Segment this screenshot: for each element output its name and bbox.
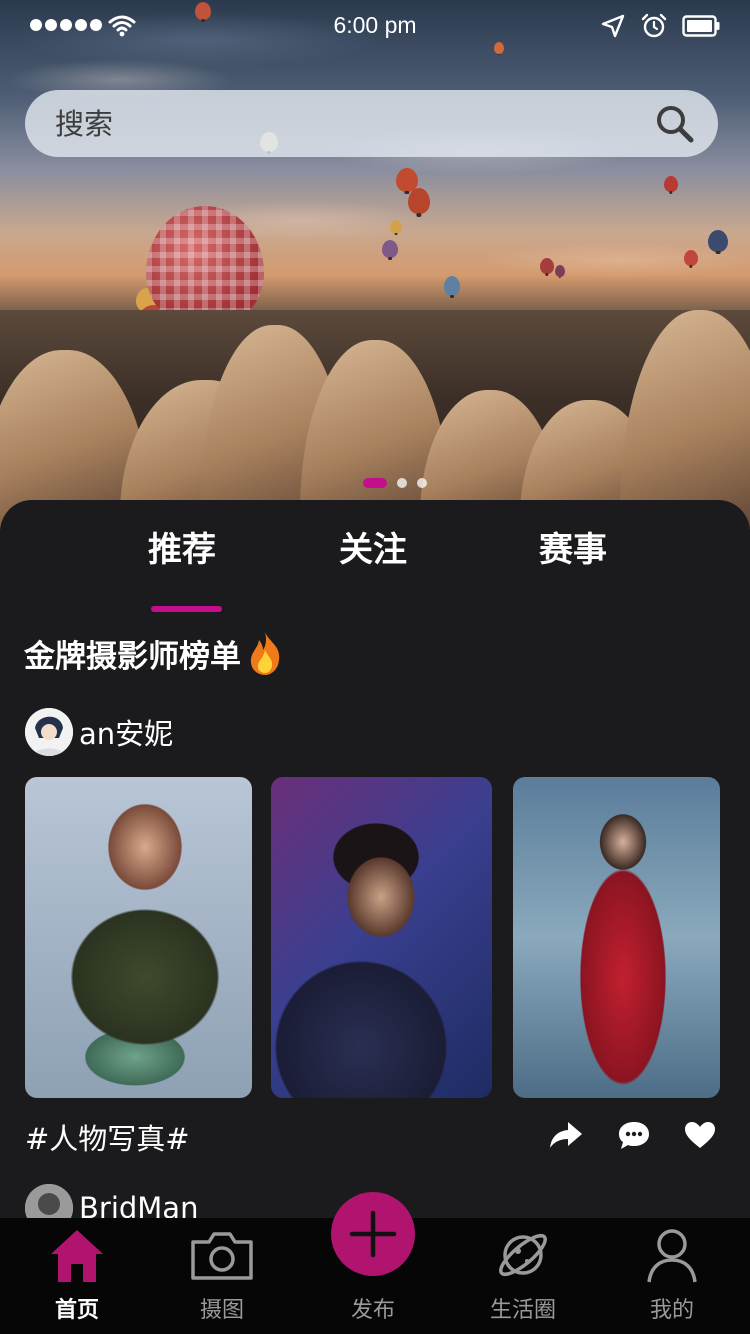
tab-label: 生活圈 xyxy=(489,1298,556,1323)
tab-label: 摄图 xyxy=(199,1298,244,1323)
post-author[interactable]: an安妮 xyxy=(25,708,173,756)
tab-life-circle[interactable]: 生活圈 xyxy=(463,1226,583,1324)
active-tab-indicator xyxy=(151,606,222,612)
tab-camera[interactable]: 摄图 xyxy=(162,1226,282,1324)
avatar[interactable] xyxy=(25,708,73,756)
tab-recommend[interactable]: 推荐 xyxy=(148,522,216,571)
search-input[interactable] xyxy=(55,90,635,157)
post-tag[interactable]: #人物写真# xyxy=(25,1116,190,1158)
balloon xyxy=(684,250,698,266)
balloon xyxy=(382,240,398,258)
tab-home[interactable]: 首页 xyxy=(17,1226,137,1324)
share-icon[interactable] xyxy=(548,1120,584,1150)
section-title: 金牌摄影师榜单 xyxy=(24,630,283,676)
carousel-dot[interactable] xyxy=(363,478,387,488)
tab-following[interactable]: 关注 xyxy=(339,522,407,571)
status-bar: 6:00 pm xyxy=(0,0,750,54)
hero-banner[interactable] xyxy=(0,0,750,530)
balloon xyxy=(444,276,460,296)
search-icon[interactable] xyxy=(654,103,696,145)
post-photo[interactable] xyxy=(513,777,720,1098)
publish-button[interactable] xyxy=(331,1192,415,1276)
carousel-dot[interactable] xyxy=(397,478,407,488)
post-actions xyxy=(548,1120,716,1150)
carousel-indicator xyxy=(0,478,750,488)
camera-icon xyxy=(191,1232,253,1280)
tab-events[interactable]: 赛事 xyxy=(539,522,607,571)
publish-label[interactable]: 发布 xyxy=(313,1292,433,1324)
balloon xyxy=(390,220,402,234)
avatar-illustration xyxy=(25,708,73,756)
heart-icon[interactable] xyxy=(684,1121,716,1149)
planet-icon xyxy=(499,1233,547,1277)
battery-icon xyxy=(682,15,720,37)
tab-profile[interactable]: 我的 xyxy=(612,1226,732,1324)
author-name[interactable]: an安妮 xyxy=(79,711,173,753)
tab-label: 我的 xyxy=(649,1298,694,1323)
location-arrow-icon xyxy=(601,14,625,38)
balloon xyxy=(408,188,430,214)
balloon xyxy=(708,230,728,252)
balloon xyxy=(555,265,565,277)
user-icon xyxy=(647,1229,697,1283)
tab-label: 首页 xyxy=(54,1298,99,1323)
fire-icon xyxy=(250,632,280,675)
balloon xyxy=(664,176,678,192)
alarm-icon xyxy=(641,13,667,38)
category-tabs: 推荐 关注 赛事 xyxy=(0,522,750,612)
section-title-text: 金牌摄影师榜单 xyxy=(24,638,241,675)
plus-icon xyxy=(349,1210,397,1258)
comment-icon[interactable] xyxy=(618,1120,650,1150)
content-panel: 推荐 关注 赛事 金牌摄影师榜单 an安妮 #人物写真# BridMan xyxy=(0,500,750,1240)
post-photo[interactable] xyxy=(25,777,252,1098)
balloon xyxy=(540,258,554,274)
search-bar[interactable] xyxy=(25,90,718,157)
bottom-tab-bar: 首页 摄图 发布 生活圈 我的 xyxy=(0,1192,750,1334)
home-icon xyxy=(51,1230,103,1282)
carousel-dot[interactable] xyxy=(417,478,427,488)
post-photo[interactable] xyxy=(271,777,492,1098)
